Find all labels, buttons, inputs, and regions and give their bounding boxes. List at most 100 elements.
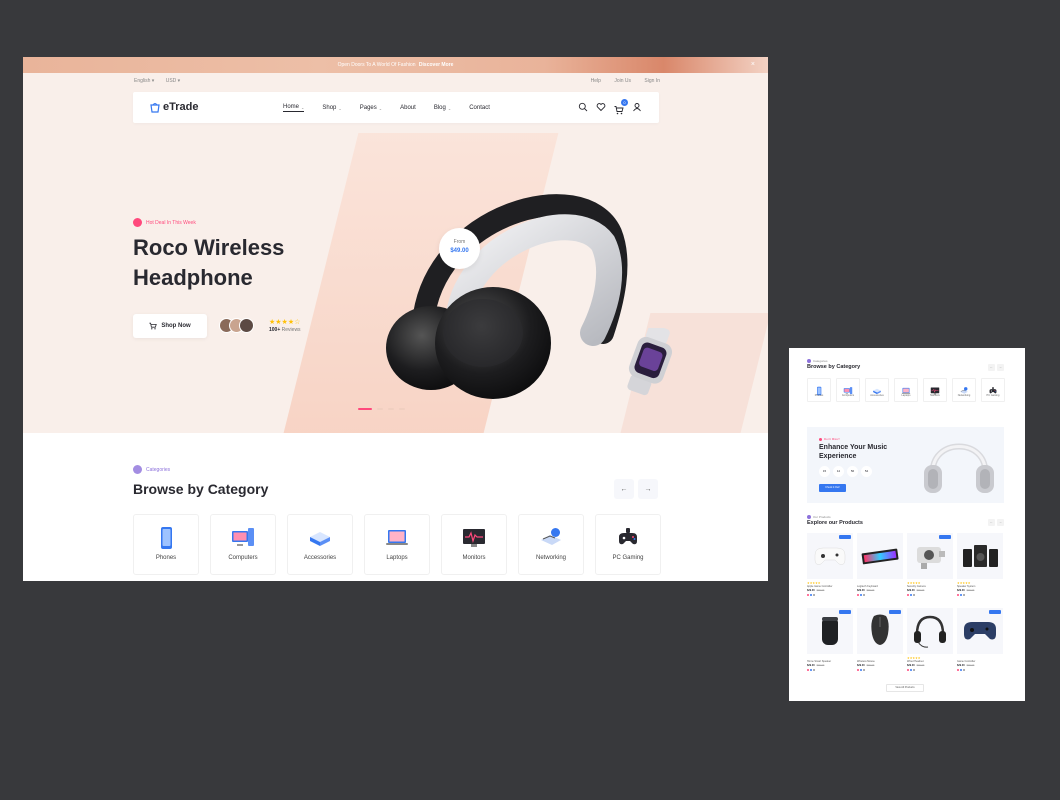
- arrow-right-icon[interactable]: →: [997, 519, 1004, 526]
- old-price: $30.00: [866, 589, 875, 592]
- cart-icon: [149, 322, 158, 330]
- mini-category-card[interactable]: Networking: [952, 378, 976, 402]
- announcement-cta[interactable]: Discover More: [419, 62, 453, 68]
- category-card-phones[interactable]: Phones: [133, 514, 199, 575]
- category-card-monitors[interactable]: Monitors: [441, 514, 507, 575]
- category-card-networking[interactable]: Networking: [518, 514, 584, 575]
- product-image[interactable]: [907, 608, 953, 654]
- search-icon[interactable]: [578, 102, 588, 112]
- language-select[interactable]: English ▾: [134, 78, 154, 84]
- hero-title: Roco Wireless Headphone: [133, 235, 285, 290]
- color-swatches[interactable]: [907, 594, 953, 596]
- smartwatch-image: [627, 328, 673, 396]
- nav-item-about[interactable]: About: [400, 104, 416, 112]
- slider-dot[interactable]: [388, 408, 394, 410]
- color-swatches[interactable]: [807, 669, 853, 671]
- top-bar: English ▾ USD ▾ Help Join Us Sign In: [134, 78, 660, 88]
- mini-category-card[interactable]: Laptops: [894, 378, 918, 402]
- mini-products-label: Our Products: [807, 515, 831, 519]
- logo[interactable]: eTrade: [150, 101, 198, 113]
- mini-category-card[interactable]: Phones: [807, 378, 831, 402]
- price-from-label: From: [453, 239, 466, 245]
- secondary-screenshot: Categories Browse by Category ← → Phones C…: [789, 348, 1025, 701]
- view-all-products-button[interactable]: View All Products: [886, 684, 924, 692]
- product-card[interactable]: ★★★★★ Apple Game Controller $29.00 $30.00: [807, 533, 853, 600]
- product-image[interactable]: [907, 533, 953, 579]
- nav-item-shop[interactable]: Shop ⌄: [322, 104, 341, 112]
- color-swatches[interactable]: [907, 669, 953, 671]
- product-card[interactable]: Logitech Keyboard $29.00 $30.00: [857, 533, 903, 600]
- product-image[interactable]: [807, 533, 853, 579]
- color-swatches[interactable]: [957, 594, 1003, 596]
- product-price: $29.00 $30.00: [907, 589, 925, 592]
- arrow-left-icon[interactable]: ←: [614, 479, 634, 499]
- nav-item-pages[interactable]: Pages ⌄: [360, 104, 382, 112]
- mini-category-card[interactable]: Accessories: [865, 378, 889, 402]
- networking-icon: [538, 525, 564, 551]
- product-card[interactable]: ★★★★★ Wired Headset $29.00 $30.00: [907, 608, 953, 675]
- heart-icon[interactable]: [596, 102, 606, 112]
- chevron-down-icon: ⌄: [447, 105, 452, 111]
- arrow-left-icon[interactable]: ←: [988, 364, 995, 371]
- mini-product-arrows: ← →: [988, 519, 1004, 526]
- sign-in-link[interactable]: Sign In: [644, 78, 660, 84]
- category-name: Computers: [228, 555, 258, 561]
- arrow-left-icon[interactable]: ←: [988, 519, 995, 526]
- mini-category-card[interactable]: PC Gaming: [981, 378, 1005, 402]
- product-image[interactable]: [807, 608, 853, 654]
- nav-item-home[interactable]: Home ⌄: [283, 104, 305, 112]
- slider-dot-active[interactable]: [358, 408, 372, 410]
- networking-icon: [959, 383, 969, 394]
- category-card-pc-gaming[interactable]: PC Gaming: [595, 514, 661, 575]
- product-price: $29.00 $30.00: [807, 589, 825, 592]
- shop-now-button[interactable]: Shop Now: [133, 314, 207, 338]
- arrow-right-icon[interactable]: →: [638, 479, 658, 499]
- category-card-accessories[interactable]: Accessories: [287, 514, 353, 575]
- arrow-right-icon[interactable]: →: [997, 364, 1004, 371]
- old-price: $30.00: [866, 664, 875, 667]
- category-card-laptops[interactable]: Laptops: [364, 514, 430, 575]
- product-card[interactable]: ★★★★★ Speaker System $29.00 $30.00: [957, 533, 1003, 600]
- product-card[interactable]: Wireless Mouse $29.00 $30.00: [857, 608, 903, 675]
- product-image[interactable]: [857, 608, 903, 654]
- nav-item-label: Contact: [469, 105, 490, 111]
- color-swatches[interactable]: [957, 669, 1003, 671]
- computers-icon: [230, 525, 256, 551]
- mini-category-name: Accessories: [870, 394, 884, 397]
- promo-label: Don't Miss!!: [819, 437, 840, 441]
- product-grid: ★★★★★ Apple Game Controller $29.00 $30.00 Lo…: [807, 533, 1003, 675]
- currency-select[interactable]: USD ▾: [166, 78, 180, 84]
- cart-icon[interactable]: 0: [614, 99, 628, 115]
- music-promo-banner: Don't Miss!! Enhance Your Music Experien…: [807, 427, 1004, 503]
- category-arrows: ← →: [614, 479, 658, 499]
- color-swatches[interactable]: [857, 669, 903, 671]
- help-link[interactable]: Help: [591, 78, 601, 84]
- join-link[interactable]: Join Us: [614, 78, 631, 84]
- mini-category-list: Phones Computers Accessories Laptops Monitor…: [807, 378, 1005, 402]
- category-card-computers[interactable]: Computers: [210, 514, 276, 575]
- mini-category-card[interactable]: Monitors: [923, 378, 947, 402]
- categories-label: Categories: [133, 465, 170, 474]
- hero-rating: ★★★★☆ 100+ Reviews: [269, 319, 301, 333]
- product-card[interactable]: Game Controller $29.00 $30.00: [957, 608, 1003, 675]
- product-image[interactable]: [957, 533, 1003, 579]
- nav-item-blog[interactable]: Blog ⌄: [434, 104, 451, 112]
- product-card[interactable]: ★★★★★ Security Camera $29.00 $30.00: [907, 533, 953, 600]
- price-value: $49.00: [450, 248, 469, 254]
- color-swatches[interactable]: [857, 594, 903, 596]
- nav-item-contact[interactable]: Contact: [469, 104, 490, 112]
- cart-count-badge: 0: [621, 99, 628, 106]
- mini-category-card[interactable]: Computers: [836, 378, 860, 402]
- product-card[interactable]: Home Smart Speaker $29.00 $30.00: [807, 608, 853, 675]
- slider-dot[interactable]: [377, 408, 383, 410]
- pc-gaming-icon: [988, 383, 998, 394]
- user-icon[interactable]: [632, 102, 642, 112]
- close-icon[interactable]: ×: [751, 57, 755, 73]
- product-image[interactable]: [957, 608, 1003, 654]
- slider-dot[interactable]: [399, 408, 405, 410]
- color-swatches[interactable]: [807, 594, 853, 596]
- nav-item-label: Shop: [322, 105, 337, 111]
- product-price: $29.00 $30.00: [807, 664, 825, 667]
- check-it-out-button[interactable]: Check it Out!: [819, 484, 846, 492]
- product-image[interactable]: [857, 533, 903, 579]
